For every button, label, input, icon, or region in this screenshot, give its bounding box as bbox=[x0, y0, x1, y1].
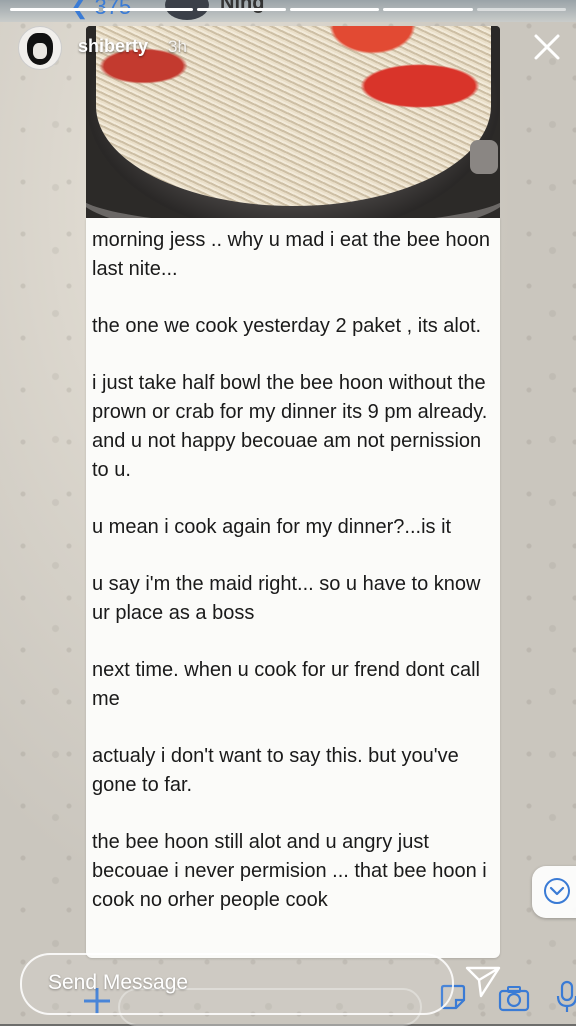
message-paragraph: the bee hoon still alot and u angry just… bbox=[92, 831, 487, 911]
message-paragraph: i just take half bowl the bee hoon witho… bbox=[92, 372, 488, 481]
microphone-icon bbox=[556, 980, 576, 1012]
message-paragraph: next time. when u cook for ur frend dont… bbox=[92, 659, 480, 710]
progress-segment bbox=[476, 8, 566, 11]
avatar-face bbox=[27, 33, 53, 65]
food-photo bbox=[86, 26, 500, 218]
send-message-input[interactable]: Send Message bbox=[20, 953, 454, 1015]
pot-handle bbox=[470, 140, 498, 174]
message-paragraph: morning jess .. why u mad i eat the bee … bbox=[92, 229, 491, 280]
message-bubble: morning jess .. why u mad i eat the bee … bbox=[86, 218, 500, 958]
message-text: morning jess .. why u mad i eat the bee … bbox=[92, 226, 496, 915]
progress-segment bbox=[103, 8, 193, 11]
story-progress bbox=[10, 8, 566, 11]
send-message-placeholder: Send Message bbox=[48, 971, 189, 994]
chevron-down-icon bbox=[544, 878, 570, 904]
message-paragraph: u say i'm the maid right... so u have to… bbox=[92, 573, 481, 624]
progress-segment bbox=[289, 8, 380, 11]
send-button[interactable] bbox=[464, 963, 502, 999]
chat-header: ❮ 375 Ning bbox=[0, 0, 576, 22]
close-button[interactable] bbox=[530, 30, 564, 64]
pot-rim bbox=[86, 146, 500, 218]
progress-segment bbox=[196, 8, 286, 11]
story-username[interactable]: shiberty bbox=[78, 36, 148, 57]
story-timestamp: 3h bbox=[168, 37, 187, 56]
close-icon bbox=[534, 34, 560, 60]
message-paragraph: u mean i cook again for my dinner?...is … bbox=[92, 516, 452, 538]
progress-segment bbox=[383, 8, 473, 11]
avatar[interactable] bbox=[18, 26, 62, 70]
progress-segment bbox=[10, 8, 100, 11]
scroll-down-button[interactable] bbox=[532, 866, 576, 918]
camera-icon bbox=[498, 986, 530, 1012]
message-paragraph: the one we cook yesterday 2 paket , its … bbox=[92, 315, 482, 337]
message-paragraph: actualy i don't want to say this. but yo… bbox=[92, 745, 459, 796]
